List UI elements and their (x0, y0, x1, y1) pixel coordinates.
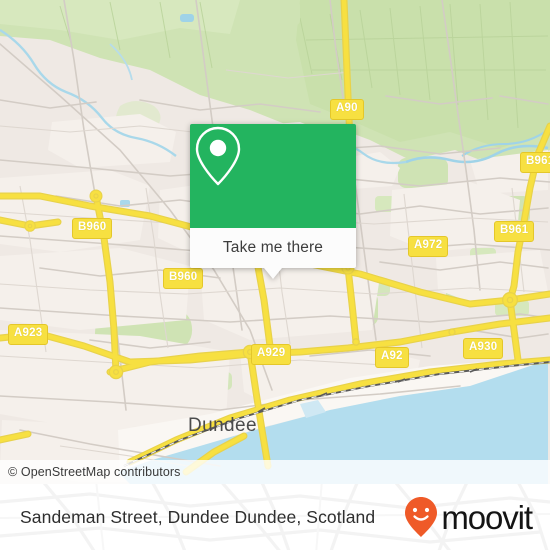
moovit-logo[interactable]: moovit (404, 484, 533, 550)
road-shield-a929: A929 (251, 344, 292, 365)
road-shield-b961-north: B961 (520, 152, 550, 173)
moovit-wordmark: moovit (441, 498, 533, 536)
take-me-there-label: Take me there (222, 239, 324, 256)
road-shield-a972: A972 (408, 236, 449, 257)
map-attribution: © OpenStreetMap contributors (0, 460, 550, 484)
attribution-text: © OpenStreetMap contributors (8, 465, 181, 479)
map-pin-icon (195, 126, 241, 186)
road-shield-a923: A923 (8, 324, 49, 345)
road-shield-a92: A92 (375, 347, 409, 368)
road-shield-b960-north: B960 (72, 218, 113, 239)
location-popup[interactable]: Take me there (190, 124, 356, 279)
city-label-dundee: Dundee (188, 415, 257, 436)
popup-header (190, 124, 356, 228)
road-shield-b960-south: B960 (163, 268, 204, 289)
location-title: Sandeman Street, Dundee Dundee, Scotland (20, 484, 375, 550)
map-canvas[interactable]: A90 B961 B961 A972 B960 B960 A923 A929 A… (0, 0, 550, 484)
road-shield-a930: A930 (463, 338, 504, 359)
location-title-text: Sandeman Street, Dundee Dundee, Scotland (20, 506, 376, 527)
road-shield-a90: A90 (330, 99, 364, 120)
moovit-pin-smiley-icon (405, 497, 438, 537)
road-shield-b961-south: B961 (494, 221, 535, 242)
footer-bar: Sandeman Street, Dundee Dundee, Scotland… (0, 484, 550, 550)
popup-tail (264, 268, 282, 279)
map-page: A90 B961 B961 A972 B960 B960 A923 A929 A… (0, 0, 550, 550)
take-me-there-button[interactable]: Take me there (190, 228, 356, 268)
